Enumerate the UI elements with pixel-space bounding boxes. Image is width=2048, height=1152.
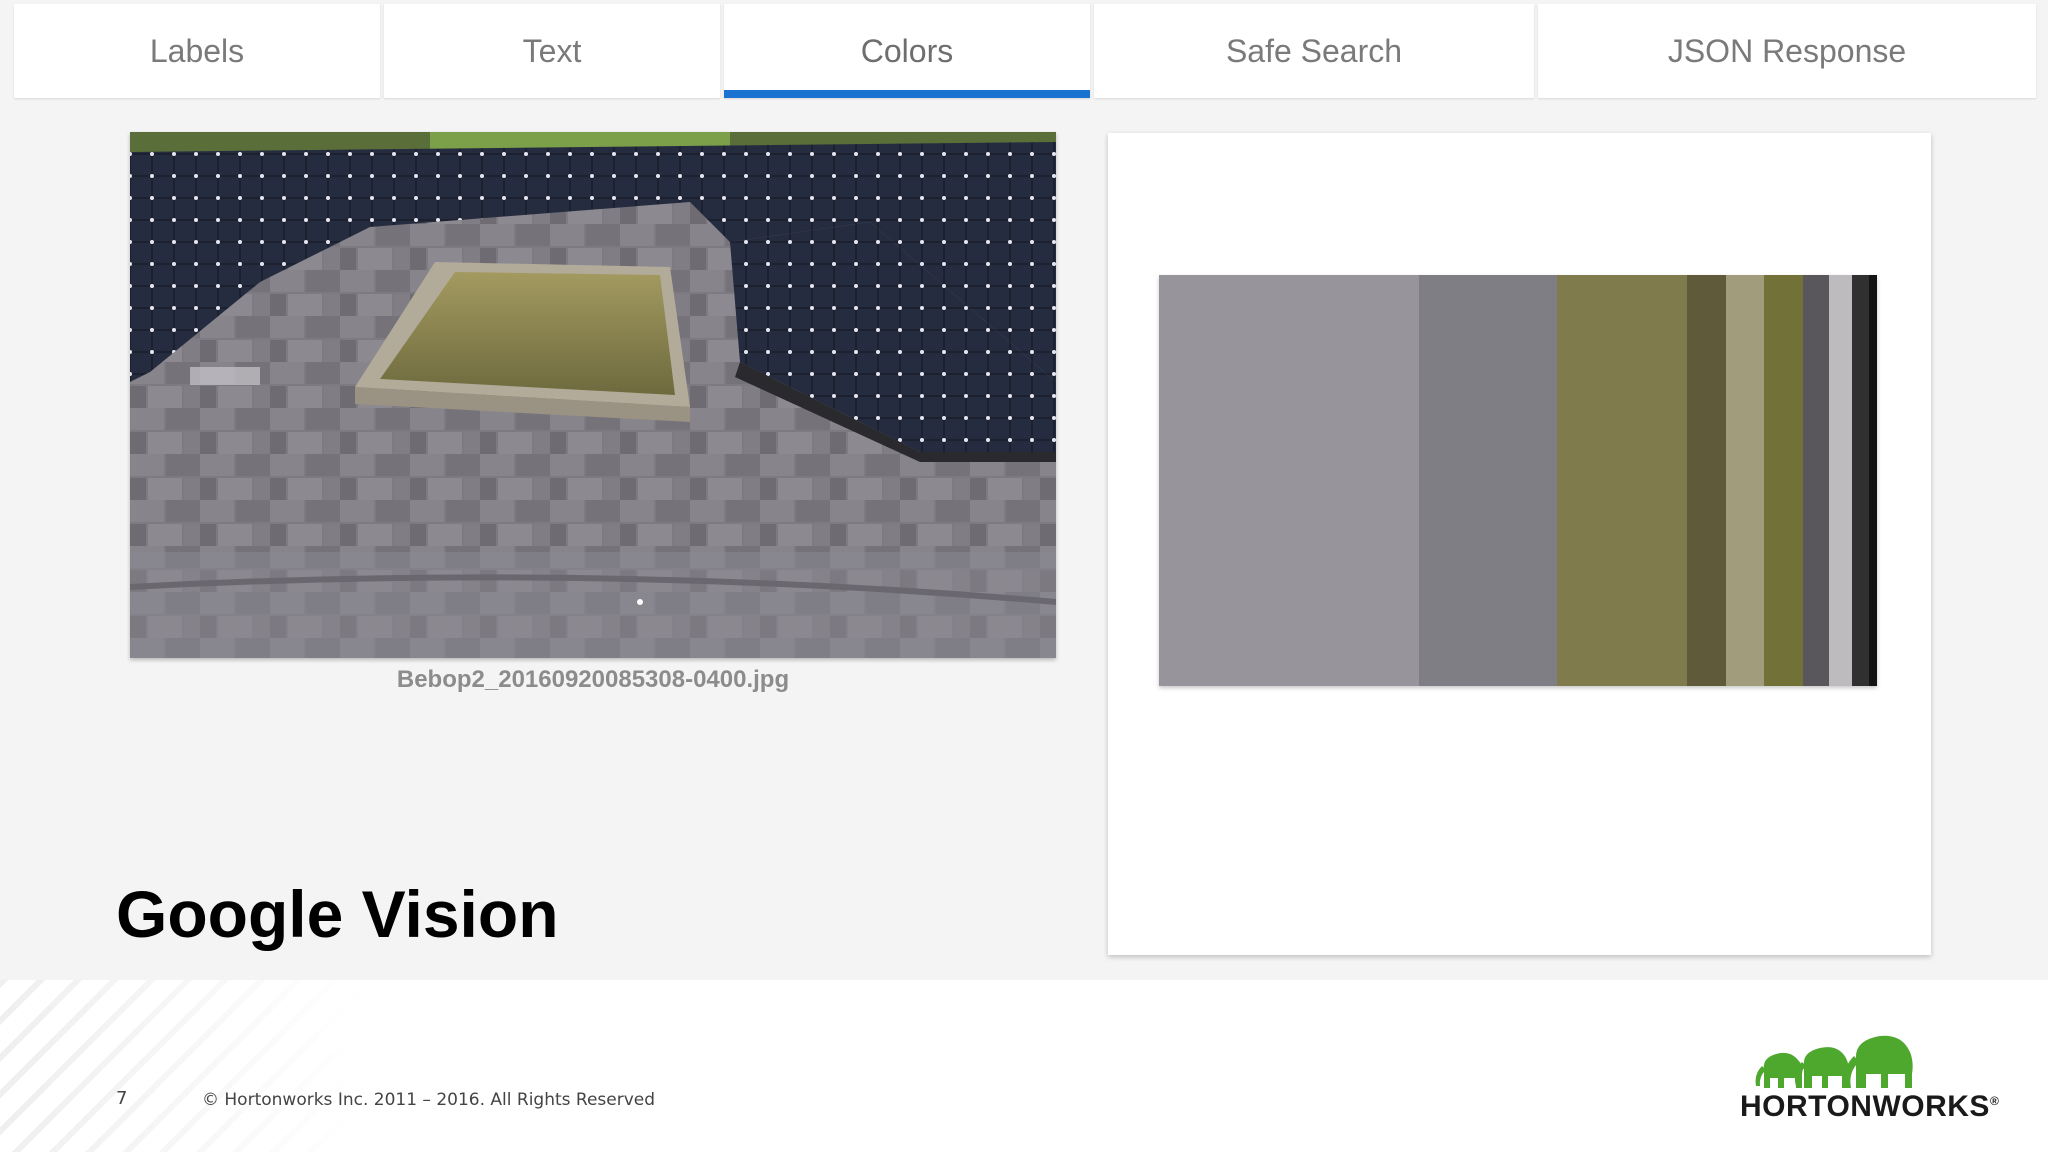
tab-label: Safe Search [1225, 32, 1403, 69]
image-filename: Bebop2_20160920085308-0400.jpg [396, 666, 790, 693]
color-swatch [1851, 275, 1870, 686]
tab-label: Colors [860, 32, 954, 69]
color-swatch [1828, 275, 1852, 686]
tab-label: Labels [149, 32, 245, 69]
hortonworks-logo: HORTONWORKS® [1740, 1030, 1999, 1130]
color-swatch [1803, 275, 1829, 686]
dominant-colors-palette [1159, 275, 1877, 686]
tab-colors[interactable]: Colors [724, 4, 1090, 98]
color-swatch [1556, 275, 1688, 686]
brand-name: HORTONWORKS [1740, 1090, 1990, 1123]
slide-footer: 7 © Hortonworks Inc. 2011 – 2016. All Ri… [0, 980, 2048, 1152]
color-swatch [1869, 275, 1877, 686]
tab-safe-search[interactable]: Safe Search [1094, 4, 1534, 98]
brand-wordmark: HORTONWORKS® [1740, 1090, 1999, 1124]
color-swatch [1687, 275, 1727, 686]
tab-active-indicator [724, 90, 1090, 98]
hortonworks-elephants-logo-icon [1755, 1035, 1913, 1088]
tab-labels[interactable]: Labels [14, 4, 380, 98]
registered-mark: ® [1989, 1094, 2000, 1108]
page-number: 7 [116, 1088, 128, 1109]
color-swatch [1726, 275, 1764, 686]
colors-panel [1108, 133, 1931, 955]
copyright-notice: © Hortonworks Inc. 2011 – 2016. All Righ… [202, 1090, 656, 1110]
color-swatch [1418, 275, 1557, 686]
tab-json-response[interactable]: JSON Response [1538, 4, 2036, 98]
analyzed-image [130, 132, 1056, 658]
slide-title: Google Vision [116, 877, 559, 951]
tab-label: JSON Response [1667, 32, 1907, 69]
color-swatch [1159, 275, 1419, 686]
tab-label: Text [522, 32, 582, 69]
color-swatch [1763, 275, 1803, 686]
tab-text[interactable]: Text [384, 4, 720, 98]
decorative-stripes [0, 980, 360, 1152]
tab-bar: Labels Text Colors Safe Search JSON Resp… [14, 4, 2048, 98]
